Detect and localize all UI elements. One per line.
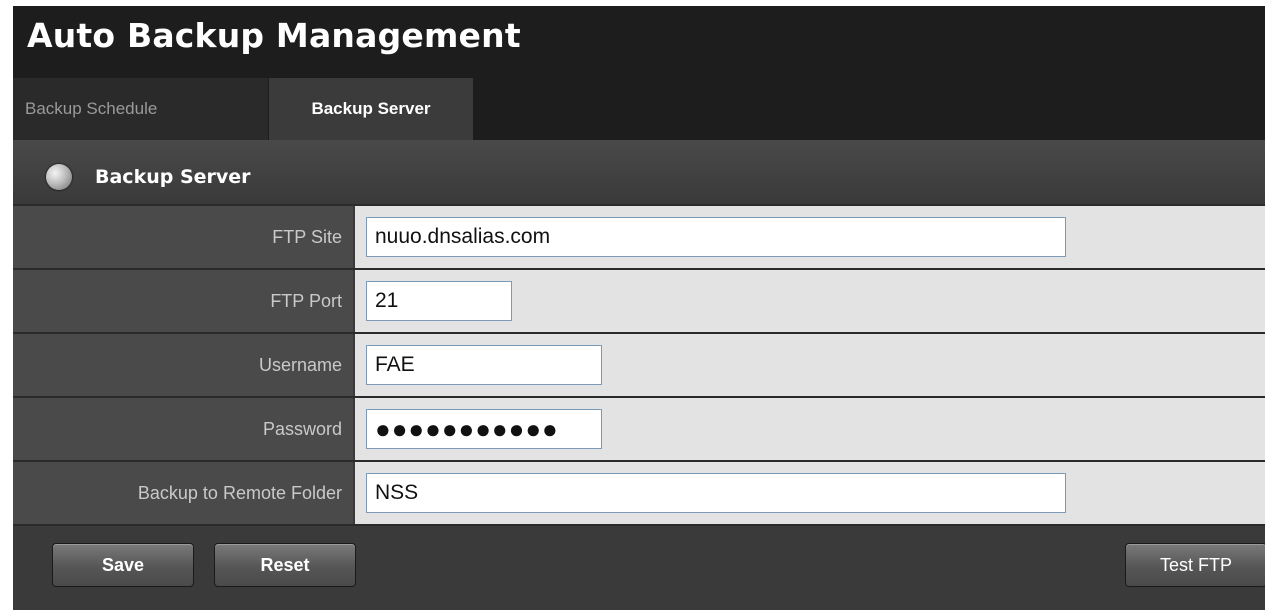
remote-folder-input[interactable] <box>366 473 1066 513</box>
form-row-remote-folder: Backup to Remote Folder <box>13 462 1265 526</box>
page-title: Auto Backup Management <box>27 16 521 55</box>
form-row-username: Username <box>13 334 1265 398</box>
password-input[interactable] <box>366 409 602 449</box>
panel-header: Backup Server <box>13 140 1265 204</box>
form-row-ftp-port: FTP Port <box>13 270 1265 334</box>
username-input[interactable] <box>366 345 602 385</box>
ftp-site-label: FTP Site <box>13 206 353 268</box>
password-label: Password <box>13 398 353 460</box>
app-window: Auto Backup Management Backup Schedule B… <box>13 6 1265 610</box>
form-row-ftp-site: FTP Site <box>13 204 1265 270</box>
form-row-password: Password <box>13 398 1265 462</box>
ftp-site-input[interactable] <box>366 217 1066 257</box>
globe-icon <box>46 164 72 190</box>
ftp-port-label: FTP Port <box>13 270 353 332</box>
ftp-port-input[interactable] <box>366 281 512 321</box>
tab-backup-server[interactable]: Backup Server <box>269 78 473 140</box>
backup-server-form: FTP Site FTP Port Username Password <box>13 204 1265 526</box>
test-ftp-button[interactable]: Test FTP <box>1125 543 1265 587</box>
username-label: Username <box>13 334 353 396</box>
backup-server-panel: Backup Server FTP Site FTP Port Username <box>13 140 1265 610</box>
reset-button[interactable]: Reset <box>214 543 356 587</box>
remote-folder-label: Backup to Remote Folder <box>13 462 353 524</box>
save-button[interactable]: Save <box>52 543 194 587</box>
panel-title: Backup Server <box>95 166 251 188</box>
tab-backup-schedule[interactable]: Backup Schedule <box>13 78 268 140</box>
